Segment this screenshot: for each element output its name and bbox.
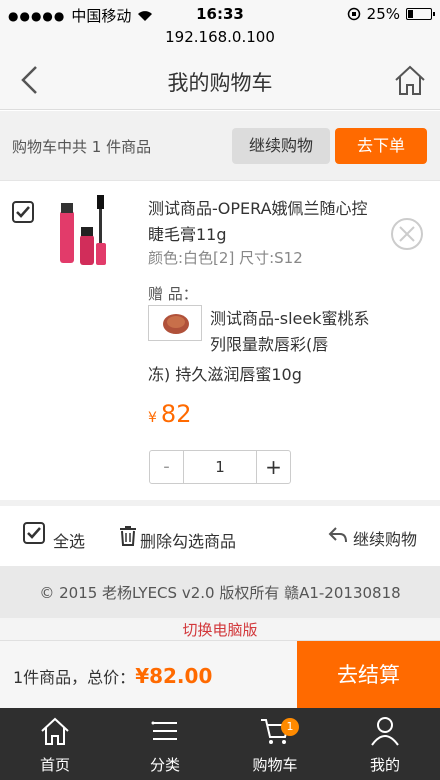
- total-prefix: 1件商品，总价：: [13, 668, 136, 687]
- tab-cart[interactable]: 购物车: [220, 708, 330, 780]
- quantity-stepper: - 1 +: [149, 450, 291, 484]
- gift-thumbnail: [148, 305, 202, 341]
- trash-icon[interactable]: [120, 526, 136, 546]
- tab-label: 首页: [39, 756, 70, 774]
- continue-shopping-link[interactable]: 继续购物: [353, 526, 417, 550]
- product-spec: 颜色:白色[2] 尺寸:S12: [148, 249, 303, 267]
- price-value: 82: [160, 400, 192, 428]
- page-title: 我的购物车: [167, 71, 273, 95]
- select-all-label[interactable]: 全选: [53, 528, 85, 552]
- tab-profile[interactable]: 我的: [330, 708, 440, 780]
- gift-label: 赠 品：: [148, 285, 198, 303]
- cart-summary-bar: 购物车中共 1 件商品 继续购物 去下单: [0, 111, 440, 181]
- battery-icon: [406, 8, 435, 20]
- home-icon: [41, 717, 69, 745]
- item-checkbox[interactable]: [12, 201, 34, 223]
- currency-symbol: ¥: [148, 410, 157, 426]
- delete-selected-button[interactable]: 删除勾选商品: [140, 528, 236, 552]
- quantity-input[interactable]: 1: [184, 451, 256, 483]
- checkout-bar: 1件商品，总价：¥82.00 去结算: [0, 640, 440, 709]
- tab-category[interactable]: 分类: [110, 708, 220, 780]
- cart-count-text: 购物车中共 1 件商品: [12, 138, 152, 156]
- copyright-text: © 2015 老杨LYECS v2.0 版权所有 赣A1-20130818: [39, 584, 401, 602]
- gift-title-continued: 冻) 持久滋润唇蜜10g: [148, 365, 302, 384]
- gift-title: 测试商品-sleek蜜桃系列限量款唇彩(唇: [210, 309, 370, 354]
- reply-arrow-icon[interactable]: [328, 526, 348, 544]
- product-thumbnail[interactable]: [52, 193, 118, 269]
- home-icon[interactable]: [392, 62, 428, 98]
- url-bar[interactable]: 192.168.0.100: [0, 28, 440, 50]
- cart-actions-bar: 全选 删除勾选商品 继续购物: [0, 500, 440, 566]
- increase-button[interactable]: +: [256, 451, 290, 483]
- user-icon: [371, 717, 399, 746]
- switch-desktop-link[interactable]: 切换电脑版: [0, 618, 440, 642]
- status-bar: ●●●●● 中国移动 16:33 25%: [0, 0, 440, 28]
- continue-shopping-button[interactable]: 继续购物: [232, 128, 330, 164]
- checkout-button[interactable]: 去结算: [297, 641, 440, 709]
- battery-percent: 25%: [366, 5, 400, 23]
- decrease-button[interactable]: -: [150, 451, 184, 483]
- remove-item-icon[interactable]: [389, 216, 425, 252]
- tab-label: 我的: [369, 756, 400, 774]
- cart-count-badge: 1: [281, 718, 299, 736]
- tab-label: 购物车: [252, 756, 298, 774]
- checkmark-icon: [16, 206, 30, 218]
- select-all-checkbox[interactable]: [23, 522, 45, 544]
- checkmark-icon: [27, 527, 41, 539]
- orientation-lock-icon: [347, 7, 360, 21]
- total-amount: ¥82.00: [135, 664, 213, 688]
- product-title[interactable]: 测试商品-OPERA娥佩兰随心控睫毛膏11g: [148, 196, 378, 248]
- total-summary: 1件商品，总价：¥82.00: [13, 664, 212, 688]
- item-price: ¥82: [148, 400, 191, 428]
- tab-home[interactable]: 首页: [0, 708, 110, 780]
- header: 我的购物车: [0, 50, 440, 110]
- list-icon: [151, 721, 177, 740]
- tab-label: 分类: [149, 756, 180, 774]
- place-order-button[interactable]: 去下单: [335, 128, 427, 164]
- tab-bar: 首页 分类 购物车 我的: [0, 708, 440, 780]
